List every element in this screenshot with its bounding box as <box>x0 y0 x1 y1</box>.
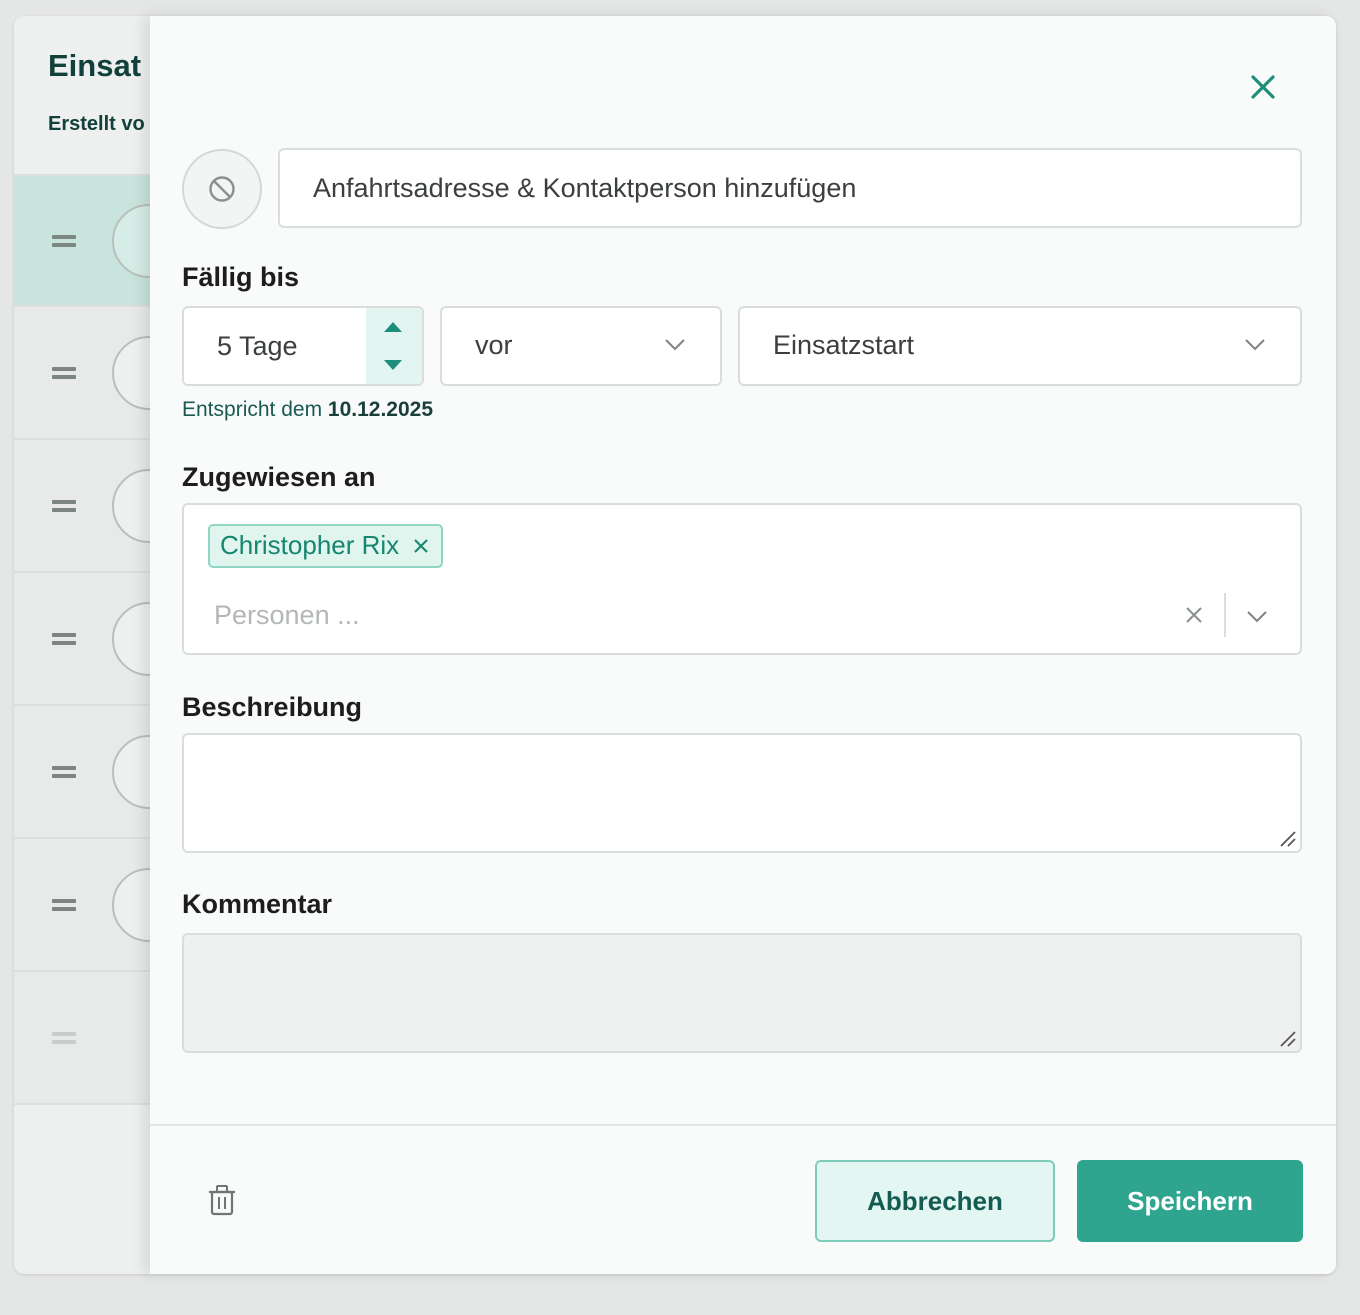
due-amount-value[interactable]: 5 Tage <box>217 308 298 384</box>
task-title-input[interactable] <box>278 148 1302 228</box>
comment-label: Kommentar <box>182 889 333 919</box>
comment-textarea[interactable] <box>182 933 1302 1053</box>
drag-handle-icon[interactable] <box>52 1030 76 1046</box>
remove-chip-icon[interactable] <box>412 537 430 555</box>
persons-search-input[interactable] <box>214 591 1154 639</box>
trash-icon[interactable] <box>208 1184 236 1216</box>
drag-handle-icon[interactable] <box>52 764 76 780</box>
resize-grip-icon[interactable] <box>1277 1028 1297 1048</box>
description-label: Beschreibung <box>182 692 363 722</box>
divider <box>1224 593 1226 637</box>
background-page-title: Einsat <box>48 48 142 83</box>
cancel-button[interactable]: Abbrechen <box>815 1160 1055 1242</box>
due-relation-value: vor <box>475 330 513 360</box>
due-hint-prefix: Entspricht dem <box>182 398 323 421</box>
due-relation-select[interactable]: vor <box>440 306 722 386</box>
chevron-down-icon <box>665 339 685 351</box>
due-hint-date: 10.12.2025 <box>327 398 434 421</box>
resize-grip-icon[interactable] <box>1277 828 1297 848</box>
decrement-arrow-icon[interactable] <box>384 360 402 370</box>
drag-handle-icon[interactable] <box>52 365 76 381</box>
drag-handle-icon[interactable] <box>52 498 76 514</box>
close-button[interactable] <box>1244 68 1282 106</box>
due-reference-value: Einsatzstart <box>773 330 915 360</box>
assigned-label: Zugewiesen an <box>182 462 376 492</box>
chevron-down-icon <box>1245 339 1265 351</box>
chevron-down-icon[interactable] <box>1246 609 1268 623</box>
due-label: Fällig bis <box>182 262 300 292</box>
assignee-chip: Christopher Rix <box>208 524 444 568</box>
drag-handle-icon[interactable] <box>52 631 76 647</box>
assignee-multiselect[interactable]: Christopher Rix <box>182 503 1302 655</box>
clear-icon[interactable] <box>1184 605 1204 625</box>
assignee-chip-label: Christopher Rix <box>220 530 400 560</box>
due-amount-stepper[interactable]: 5 Tage <box>182 306 424 386</box>
close-icon <box>1251 75 1275 99</box>
drag-handle-icon[interactable] <box>52 233 76 249</box>
task-status-toggle[interactable] <box>182 149 262 229</box>
due-date-hint: Entspricht dem 10.12.2025 <box>182 398 433 422</box>
background-page-subtitle: Erstellt vo <box>48 113 145 135</box>
stepper-buttons <box>366 308 422 384</box>
due-reference-select[interactable]: Einsatzstart <box>738 306 1302 386</box>
drag-handle-icon[interactable] <box>52 897 76 913</box>
description-textarea[interactable] <box>182 733 1302 853</box>
save-button[interactable]: Speichern <box>1077 1160 1303 1242</box>
increment-arrow-icon[interactable] <box>384 322 402 332</box>
blocked-circle-icon <box>209 176 235 202</box>
edit-task-panel: Fällig bis 5 Tage vor Einsatzstart Entsp… <box>150 16 1336 1274</box>
footer-divider <box>150 1124 1336 1126</box>
